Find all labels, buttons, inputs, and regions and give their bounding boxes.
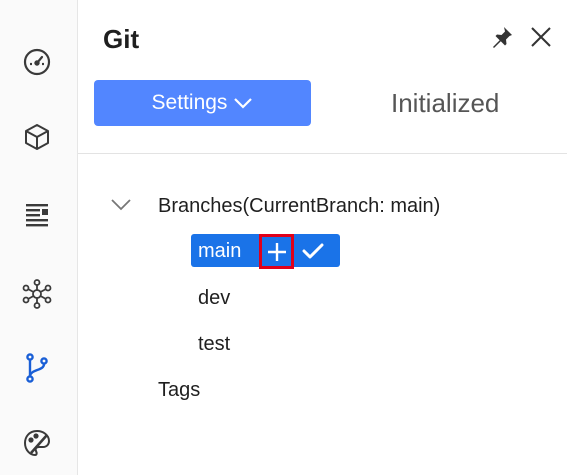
cube-icon xyxy=(25,124,49,150)
settings-button-label: Settings xyxy=(151,91,228,114)
git-branch-icon xyxy=(26,353,48,383)
pin-icon xyxy=(493,27,512,48)
branches-collapse-toggle[interactable] xyxy=(110,195,132,215)
branch-item-test[interactable]: test xyxy=(198,333,230,356)
activity-dashboard[interactable] xyxy=(14,39,60,85)
branch-name: main xyxy=(198,240,242,262)
close-icon xyxy=(531,27,551,47)
activity-documents[interactable] xyxy=(14,191,60,237)
panel-title: Git xyxy=(103,24,140,54)
checkout-branch-button[interactable] xyxy=(299,238,327,264)
branches-node[interactable]: Branches(CurrentBranch: main) xyxy=(158,195,440,218)
close-button[interactable] xyxy=(528,24,554,50)
repository-status: Initialized xyxy=(391,88,500,118)
activity-cube[interactable] xyxy=(14,114,60,160)
paint-palette-icon xyxy=(23,429,51,457)
activity-git[interactable] xyxy=(14,345,60,391)
plus-icon xyxy=(267,242,286,261)
activity-bar xyxy=(0,0,78,475)
check-icon xyxy=(302,243,324,259)
git-panel-window: Git Settings Initialized Branches(Curren… xyxy=(0,0,567,475)
settings-dropdown-button[interactable]: Settings xyxy=(94,80,311,126)
tags-node[interactable]: Tags xyxy=(158,379,200,402)
branch-item-main[interactable]: main xyxy=(191,234,340,269)
activity-network[interactable] xyxy=(14,271,60,317)
chevron-down-icon xyxy=(234,98,253,109)
add-branch-button[interactable] xyxy=(259,234,294,269)
pin-button[interactable] xyxy=(489,24,515,50)
branch-item-dev[interactable]: dev xyxy=(198,287,230,310)
document-list-icon xyxy=(26,204,48,227)
activity-theme[interactable] xyxy=(14,420,60,466)
header-divider xyxy=(78,153,567,154)
dashboard-icon xyxy=(23,48,51,76)
network-graph-icon xyxy=(22,279,52,309)
chevron-down-icon xyxy=(111,199,131,211)
